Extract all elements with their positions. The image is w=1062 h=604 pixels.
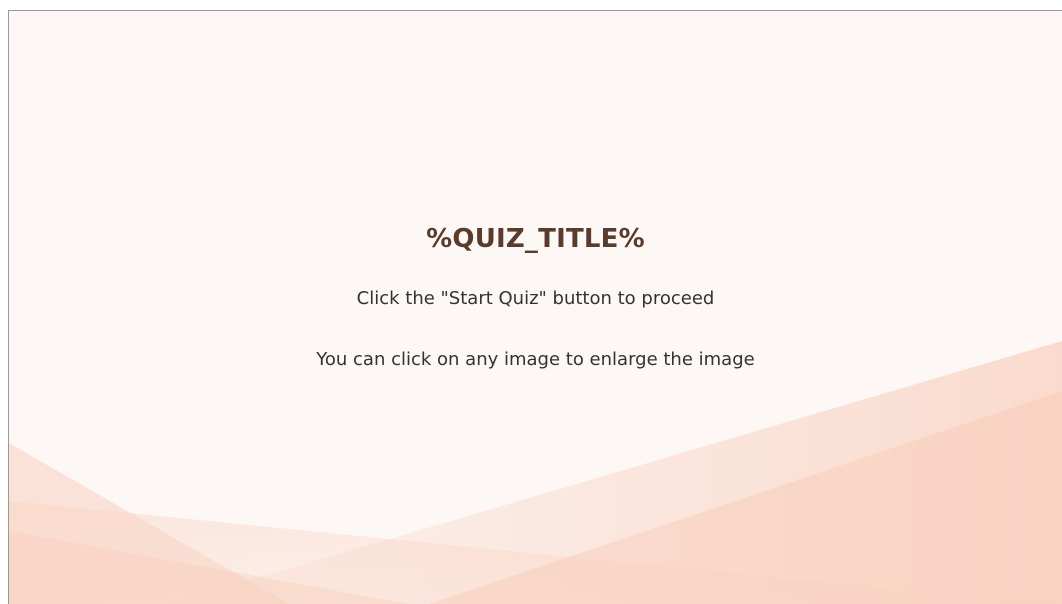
start-instruction: Click the "Start Quiz" button to proceed: [356, 288, 715, 309]
image-enlarge-hint: You can click on any image to enlarge th…: [316, 349, 755, 370]
intro-content: %QUIZ_TITLE% Click the "Start Quiz" butt…: [9, 11, 1062, 604]
quiz-title: %QUIZ_TITLE%: [426, 224, 645, 254]
quiz-intro-slide: %QUIZ_TITLE% Click the "Start Quiz" butt…: [8, 10, 1062, 604]
